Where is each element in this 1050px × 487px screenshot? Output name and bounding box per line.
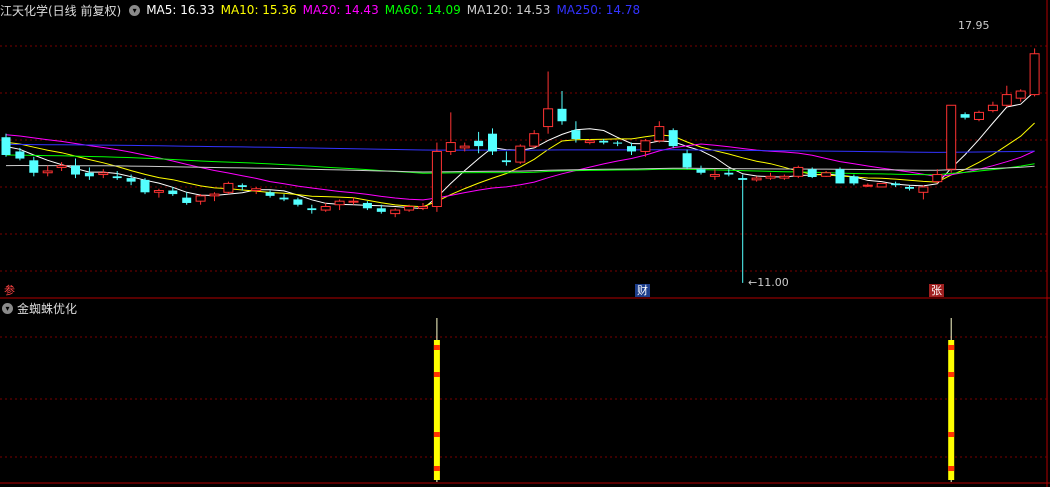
candle-body [515,145,526,163]
candle-body [807,169,817,178]
candle-body [709,174,720,177]
candle-body [974,111,984,120]
signal-bar [433,340,440,480]
candle-body [905,186,914,189]
candle-body [56,165,67,168]
ma-line-ma10 [5,122,1035,208]
candle-body [1015,90,1026,99]
candle-body [779,175,790,179]
candle-body [362,202,372,209]
candle-body [209,193,220,197]
candle-body [348,200,359,203]
candle-body [182,197,192,203]
candle-body [862,184,873,187]
candle-body [320,206,331,211]
candle-body [431,150,442,208]
candle-body [654,126,665,142]
candle-body [696,169,706,173]
candle-body [153,190,164,193]
candle-body [793,166,804,177]
candle-body [15,151,25,159]
candle-body [529,133,540,147]
candle-body [584,140,595,144]
signal-band [948,372,955,377]
candle-body [445,142,456,152]
candle-body [29,160,39,173]
candle-body [112,176,122,179]
candle-body [891,183,901,186]
candle-body [98,172,109,176]
candle-body [918,186,929,193]
candle-body [668,130,678,147]
candle-body [418,206,428,209]
signal-band [433,466,440,471]
candle-body [640,140,651,152]
candle-body [474,140,484,147]
candle-body [84,172,94,177]
candle-body [140,179,150,193]
signal-bar [948,340,955,480]
candle-body [404,206,415,211]
candle-body [599,140,609,143]
candle-body [223,182,234,193]
candle-body [821,172,832,177]
candle-body [946,104,957,170]
candle-body [835,169,845,184]
signal-band [948,466,955,471]
candle-body [237,185,247,187]
candle-body [488,133,497,152]
low-price-label: ←11.00 [748,276,789,289]
candle-body [334,200,345,206]
candle-body [42,170,53,174]
event-tag-left[interactable]: 参 [2,284,17,297]
signal-band [948,432,955,437]
candle-body [501,160,511,163]
signal-band [948,345,955,350]
candle-body [627,146,636,152]
high-price-label: 17.95 [958,19,990,32]
candle-body [960,114,970,118]
candle-body [307,208,317,211]
signal-band [433,372,440,377]
candle-body [751,177,762,181]
candle-body [1,137,11,155]
candle-body [738,178,748,180]
candle-body [251,188,262,192]
price-chart[interactable] [0,0,1050,487]
signal-band [433,345,440,350]
candle-body [126,178,136,182]
candle-body [1029,53,1040,96]
candle-body [765,175,776,179]
candle-body [932,174,943,183]
candle-body [543,108,554,128]
candle-body [71,165,80,175]
sub-panel-title: 金蜘蛛优化 [17,301,78,316]
candle-body [876,182,887,188]
candle-body [195,195,206,202]
signal-band [433,432,440,437]
candle-body [376,208,386,212]
candle-body [571,130,581,140]
candle-body [168,190,178,195]
candle-body [1001,94,1012,106]
event-tag-right[interactable]: 张 [929,284,944,297]
candle-body [849,176,859,184]
chevron-down-icon[interactable]: ▾ [2,302,13,314]
candle-body [557,108,567,122]
event-tag-middle[interactable]: 财 [635,284,650,297]
candle-body [613,142,623,144]
candle-body [987,104,998,112]
candle-body [293,199,303,205]
candle-body [265,192,275,196]
candle-body [390,209,401,215]
candle-body [279,197,289,200]
candle-body [459,145,470,149]
candle-body [724,172,734,175]
sub-panel-header: ▾ 金蜘蛛优化 [0,299,77,317]
candle-body [682,153,692,168]
